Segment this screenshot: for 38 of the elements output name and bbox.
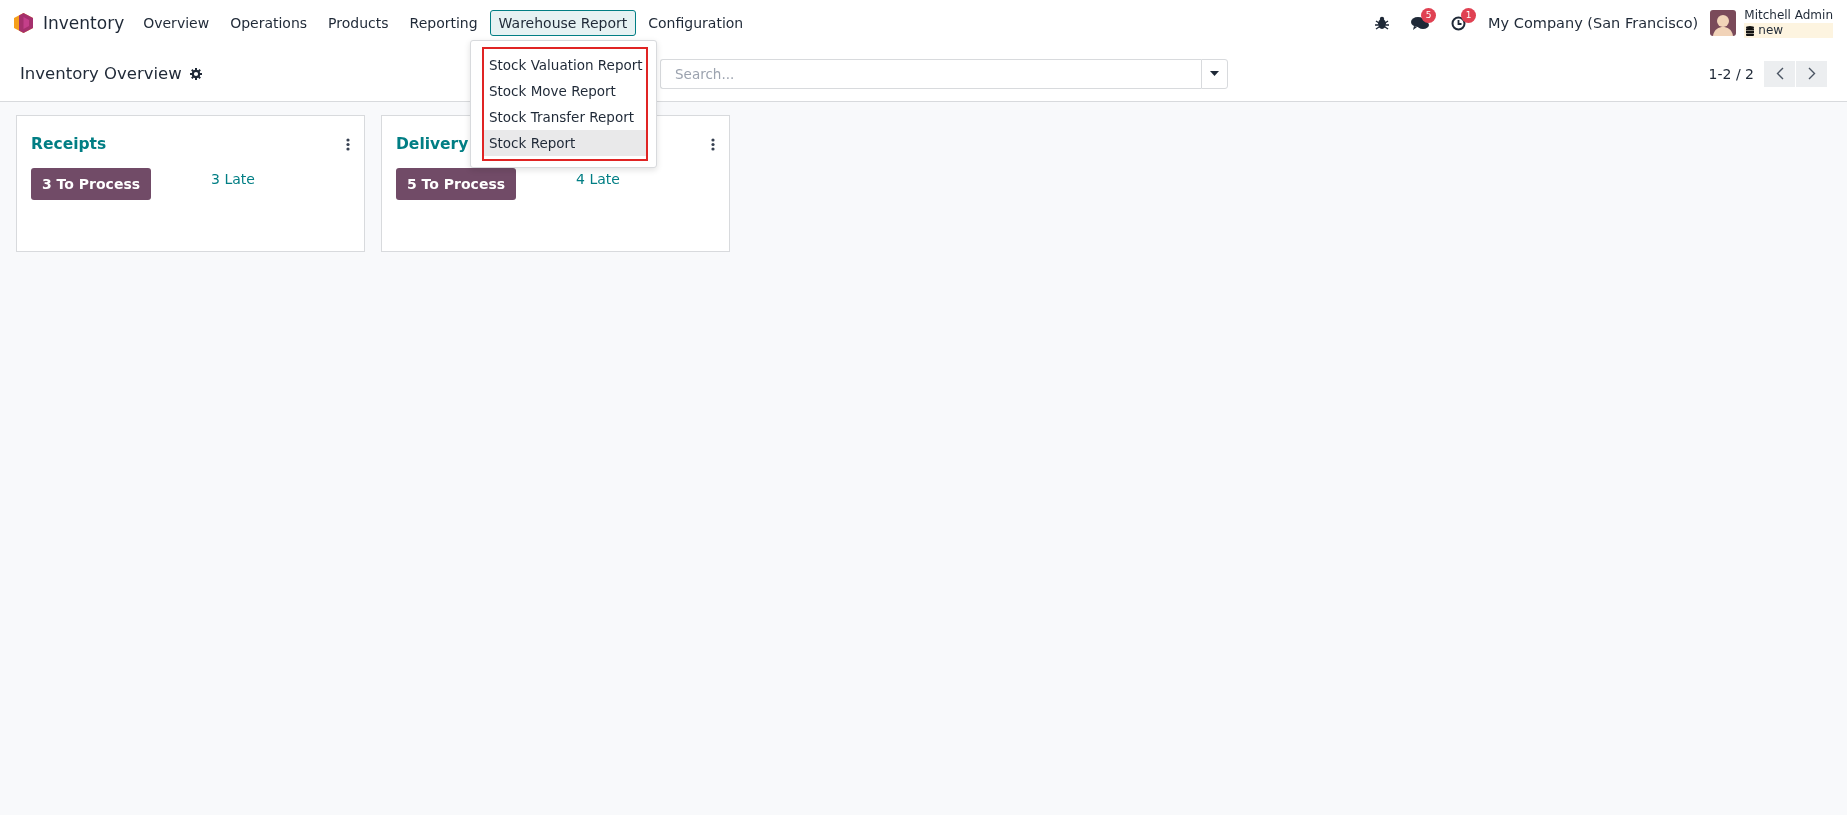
dropdown-item[interactable]: Stock Move Report — [484, 78, 646, 104]
menu-item[interactable]: Operations — [221, 10, 317, 36]
company-switcher[interactable]: My Company (San Francisco) — [1488, 15, 1699, 31]
bug-icon[interactable] — [1375, 16, 1390, 30]
clock-icon[interactable] — [1451, 15, 1467, 31]
menu-item[interactable]: Warehouse Report — [489, 10, 637, 36]
kebab-menu-icon[interactable] — [346, 137, 350, 151]
search-options-toggle[interactable] — [1201, 58, 1228, 89]
caret-icon — [1210, 71, 1219, 76]
dropdown-item[interactable]: Stock Valuation Report — [484, 52, 646, 78]
menu-item[interactable]: Products — [319, 10, 398, 36]
to-process-button[interactable]: 3 To Process — [31, 168, 152, 200]
activity-count-badge: 1 — [1461, 7, 1477, 23]
app-name[interactable]: Inventory — [43, 13, 125, 33]
chevron-left-icon — [1775, 67, 1784, 80]
message-count-badge: 5 — [1421, 7, 1437, 23]
late-link[interactable]: 4 Late — [576, 171, 620, 187]
dropdown-item[interactable]: Stock Report — [484, 130, 646, 156]
user-avatar[interactable] — [1710, 10, 1737, 36]
late-link[interactable]: 3 Late — [211, 171, 255, 187]
search-field[interactable]: Search... — [660, 58, 1201, 89]
database-icon — [1746, 25, 1755, 36]
database-label: new — [1744, 23, 1833, 38]
user-name[interactable]: Mitchell Admin — [1744, 8, 1833, 23]
kebab-menu-icon[interactable] — [711, 137, 715, 151]
chevron-right-icon — [1807, 67, 1816, 80]
card-title[interactable]: Delivery — [396, 135, 469, 153]
pager-value[interactable]: 1-2 / 2 — [1708, 65, 1754, 82]
previous-page-button[interactable] — [1764, 60, 1795, 87]
settings-icon[interactable] — [189, 67, 202, 80]
dropdown-item[interactable]: Stock Transfer Report — [484, 104, 646, 130]
card-title[interactable]: Receipts — [31, 135, 107, 153]
to-process-button[interactable]: 5 To Process — [396, 168, 517, 200]
menu-item[interactable]: Reporting — [400, 10, 487, 36]
app-logo-icon[interactable] — [14, 13, 33, 33]
menu-item[interactable]: Configuration — [639, 10, 753, 36]
menu-item[interactable]: Overview — [134, 10, 219, 36]
page-title: Inventory Overview — [20, 64, 182, 83]
